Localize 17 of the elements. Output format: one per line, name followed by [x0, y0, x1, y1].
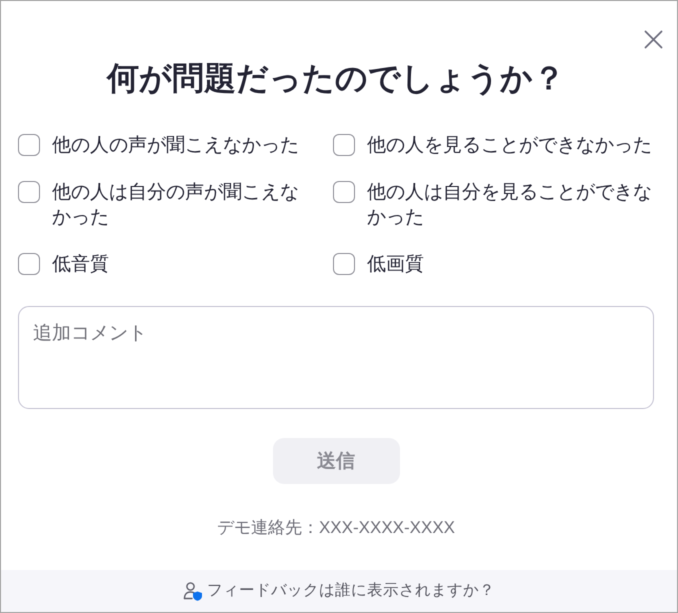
checkbox-label[interactable]: 他の人の声が聞こえなかった — [52, 133, 299, 158]
checkbox[interactable] — [333, 181, 355, 203]
checkbox-label[interactable]: 低音質 — [52, 252, 109, 277]
checkbox-label[interactable]: 他の人は自分の声が聞こえなかった — [52, 180, 310, 230]
checkbox[interactable] — [333, 134, 355, 156]
user-shield-icon — [183, 581, 203, 601]
contact-text: デモ連絡先：XXX-XXXX-XXXX — [216, 517, 456, 539]
checkbox-label[interactable]: 低画質 — [367, 252, 424, 277]
checkbox[interactable] — [18, 253, 40, 275]
checkbox[interactable] — [333, 253, 355, 275]
comment-field[interactable]: 追加コメント — [18, 306, 654, 409]
checkbox[interactable] — [18, 134, 40, 156]
close-icon[interactable] — [644, 30, 663, 49]
checkbox[interactable] — [18, 181, 40, 203]
checkbox-label[interactable]: 他の人は自分を見ることができなかった — [367, 180, 654, 230]
checkbox-label[interactable]: 他の人を見ることができなかった — [367, 133, 652, 158]
dialog-title: 何が問題だったのでしょうか？ — [105, 59, 566, 98]
